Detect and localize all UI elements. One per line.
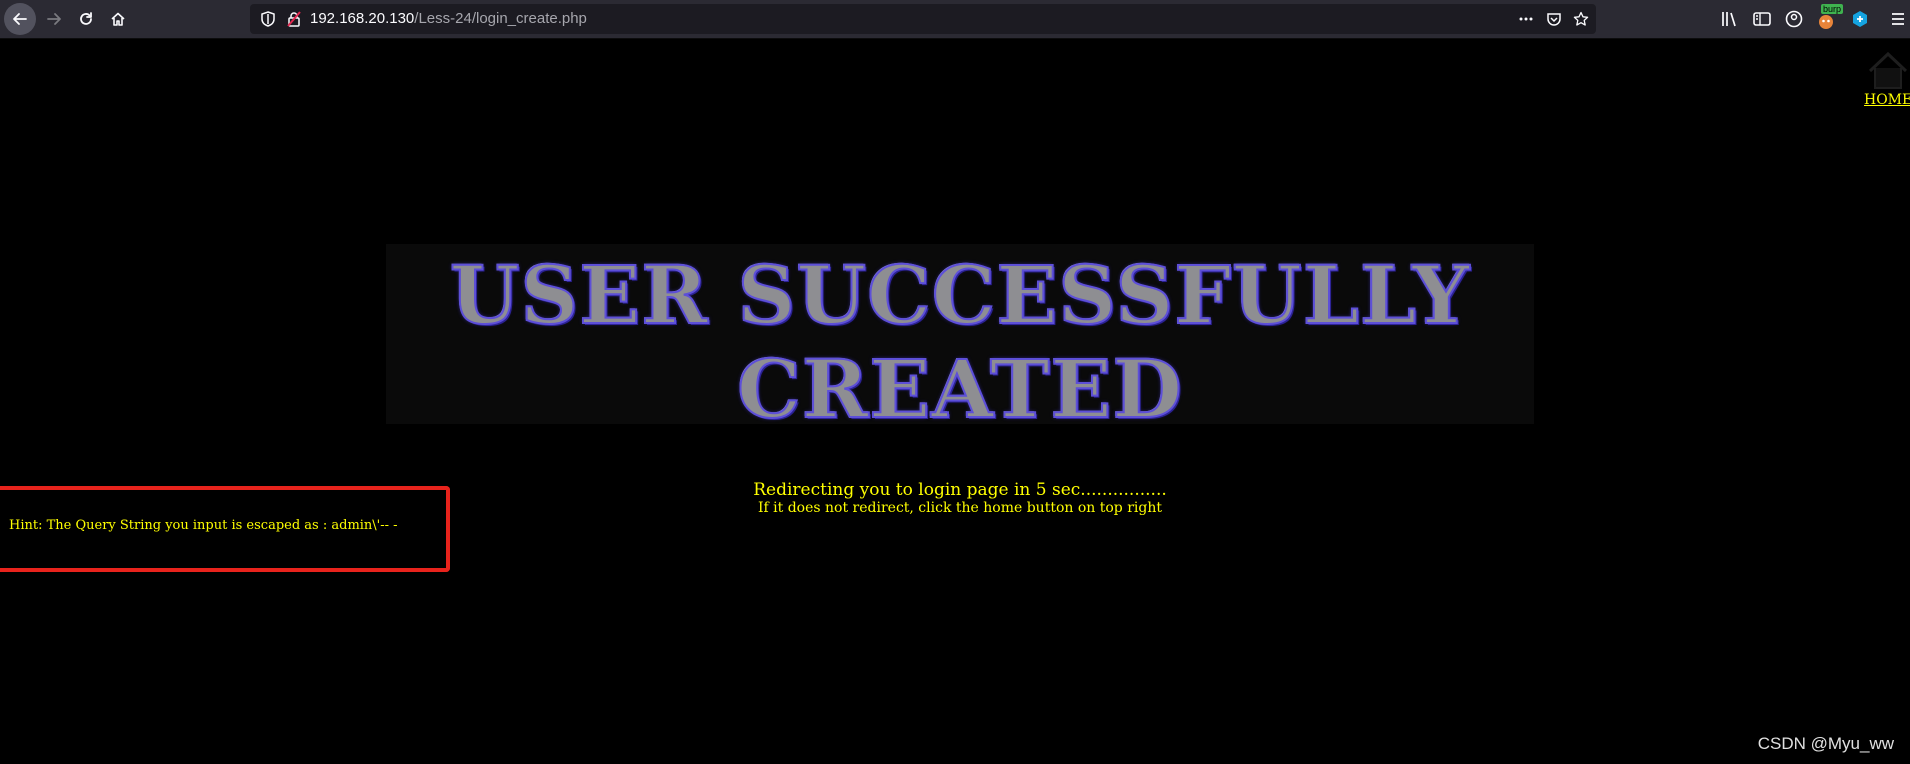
reload-icon xyxy=(80,12,92,25)
banner-line-1: USER SUCCESSFULLY xyxy=(449,247,1471,343)
url-path: /Less-24/login_create.php xyxy=(414,10,587,27)
success-banner: USER SUCCESSFULLY CREATED xyxy=(386,244,1534,437)
home-link-container[interactable]: HOME xyxy=(1864,51,1910,108)
page-content: HOME USER SUCCESSFULLY CREATED Redirecti… xyxy=(0,39,1910,764)
arrow-right-icon xyxy=(47,13,61,25)
sidebar-icon[interactable] xyxy=(1752,9,1772,29)
home-link[interactable]: HOME xyxy=(1864,92,1910,108)
burp-fox-icon xyxy=(1819,15,1833,29)
hamburger-menu-icon[interactable] xyxy=(1888,9,1908,29)
account-icon[interactable] xyxy=(1784,9,1804,29)
reload-button[interactable] xyxy=(70,3,102,35)
bookmark-star-icon[interactable] xyxy=(1573,11,1589,27)
more-actions-icon[interactable] xyxy=(1518,11,1534,27)
browser-toolbar: 192.168.20.130/Less-24/login_create.php … xyxy=(0,0,1910,39)
arrow-left-icon xyxy=(13,13,27,25)
home-button[interactable] xyxy=(102,3,134,35)
watermark: CSDN @Myu_ww xyxy=(1757,734,1894,753)
pocket-icon[interactable] xyxy=(1546,11,1562,27)
url-bar[interactable]: 192.168.20.130/Less-24/login_create.php xyxy=(250,4,1596,34)
extension-hex-icon[interactable] xyxy=(1850,9,1870,29)
banner-line-2: CREATED xyxy=(736,341,1183,437)
home-icon xyxy=(111,12,125,26)
url-text[interactable]: 192.168.20.130/Less-24/login_create.php xyxy=(310,4,587,34)
burp-badge: burp xyxy=(1821,4,1844,14)
shield-icon[interactable] xyxy=(260,11,276,27)
hint-text: Hint: The Query String you input is esca… xyxy=(9,518,398,533)
url-host: 192.168.20.130 xyxy=(310,10,415,27)
burp-extension-button[interactable]: burp xyxy=(1816,4,1844,32)
home-icon[interactable] xyxy=(1866,51,1910,89)
library-icon[interactable] xyxy=(1720,9,1740,29)
back-button[interactable] xyxy=(4,3,36,35)
forward-button[interactable] xyxy=(38,3,70,35)
insecure-lock-icon[interactable] xyxy=(286,11,302,27)
